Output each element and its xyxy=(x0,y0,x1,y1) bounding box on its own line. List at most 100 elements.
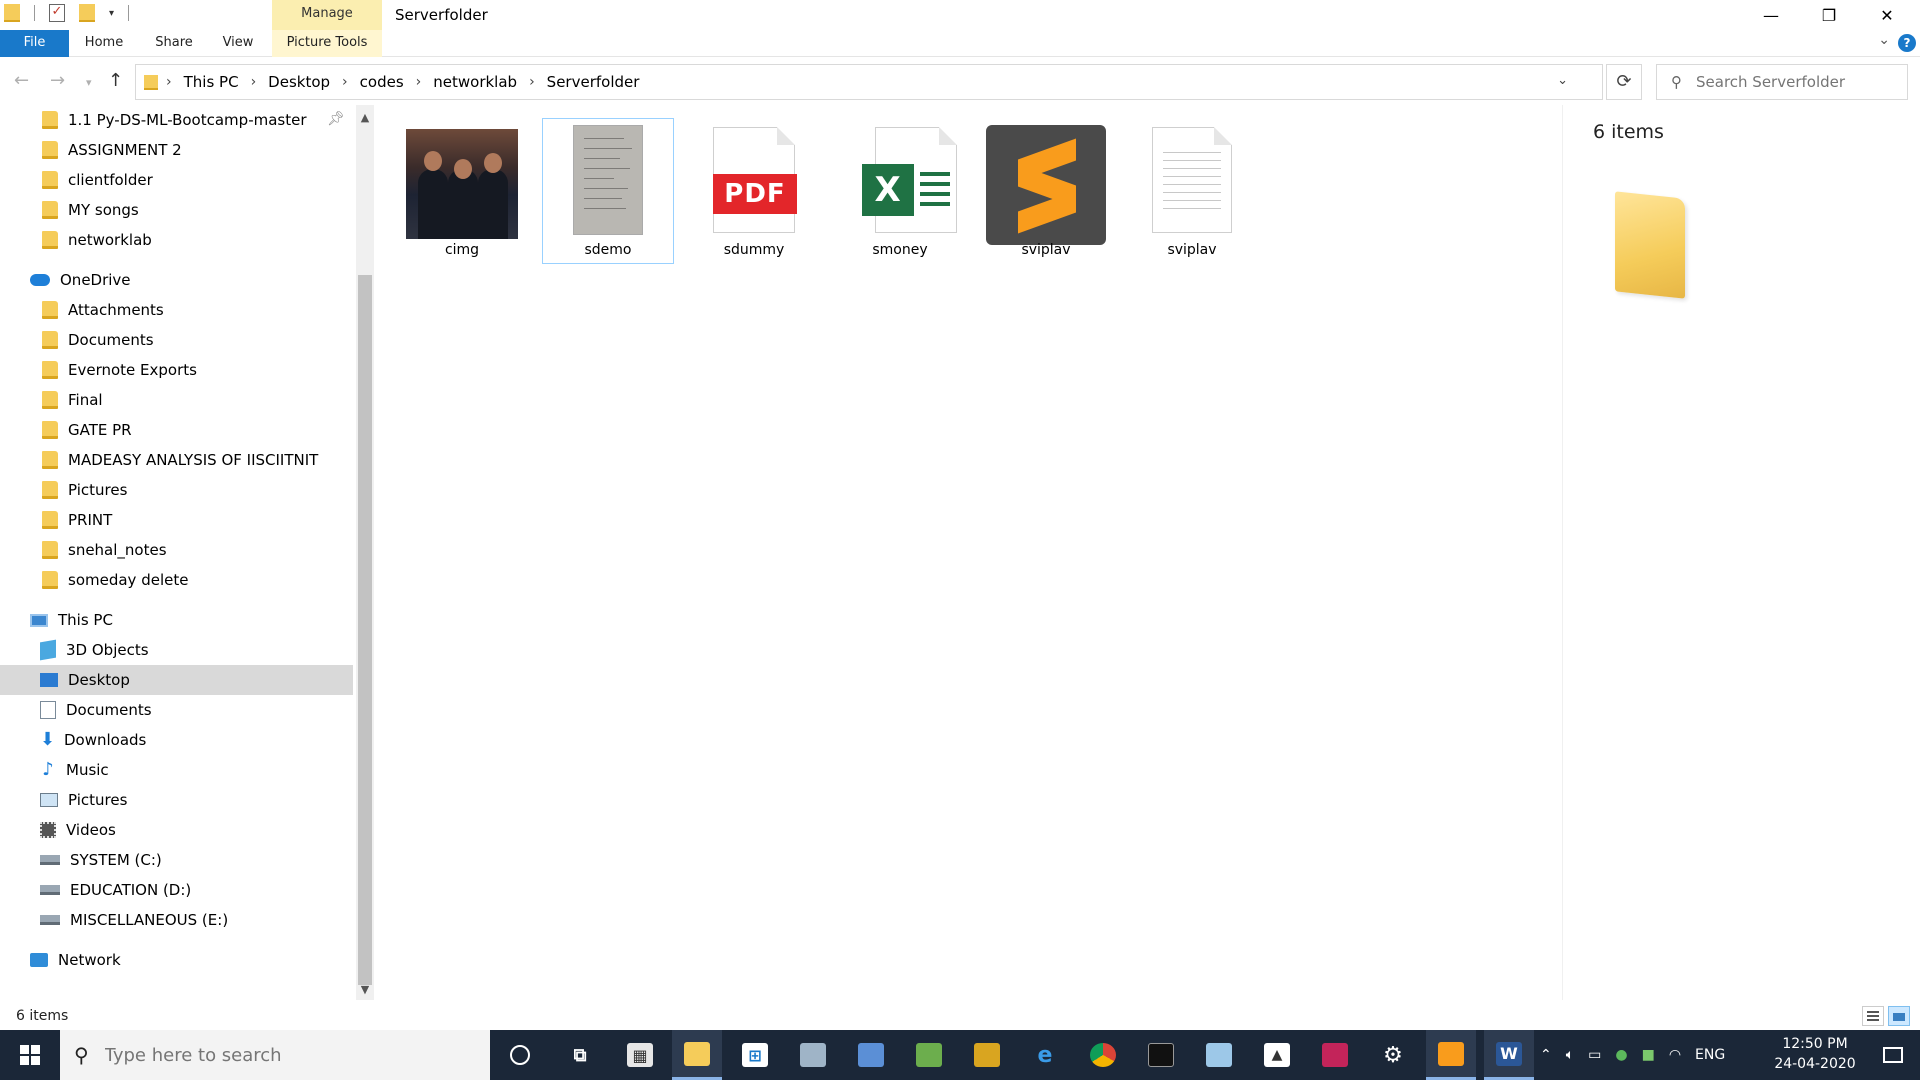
wifi-icon[interactable]: ◠ xyxy=(1669,1047,1681,1063)
nav-item-pictures-pc[interactable]: Pictures xyxy=(0,785,353,815)
nav-item-system-c[interactable]: SYSTEM (C:) xyxy=(0,845,353,875)
taskbar-search-box[interactable]: ⚲ xyxy=(60,1030,490,1080)
customize-toolbar-chevron-icon[interactable]: ▾ xyxy=(109,8,114,19)
nav-item-madeasy-analysis[interactable]: MADEASY ANALYSIS OF IISCIITNIT xyxy=(0,445,353,475)
tab-picture-tools[interactable]: Picture Tools xyxy=(272,30,382,57)
nav-scrollbar[interactable]: ▲ ▼ xyxy=(356,105,374,1000)
nav-item-miscellaneous-e[interactable]: MISCELLANEOUS (E:) xyxy=(0,905,353,935)
breadcrumb-separator[interactable]: › xyxy=(416,74,422,90)
taskbar-edge[interactable]: e xyxy=(1020,1030,1070,1080)
file-item-cimg[interactable]: cimg xyxy=(396,118,528,264)
nav-item-documents[interactable]: Documents xyxy=(0,325,353,355)
back-arrow-icon[interactable]: ← xyxy=(14,70,29,91)
breadcrumb-separator[interactable]: › xyxy=(251,74,257,90)
nav-item-downloads[interactable]: ⬇ Downloads xyxy=(0,725,353,755)
breadcrumb-serverfolder[interactable]: Serverfolder xyxy=(547,73,640,91)
taskbar-calculator[interactable]: ▦ xyxy=(615,1030,665,1080)
taskbar-store[interactable]: ⊞ xyxy=(730,1030,780,1080)
properties-icon[interactable]: ✓ xyxy=(49,4,65,22)
breadcrumb-desktop[interactable]: Desktop xyxy=(268,73,330,91)
taskbar-intellij[interactable] xyxy=(1310,1030,1360,1080)
nav-item-education-d[interactable]: EDUCATION (D:) xyxy=(0,875,353,905)
file-item-smoney[interactable]: X smoney xyxy=(834,118,966,264)
breadcrumb-separator[interactable]: › xyxy=(529,74,535,90)
refresh-button[interactable]: ⟳ xyxy=(1606,64,1642,100)
nav-item-networklab[interactable]: networklab xyxy=(0,225,353,255)
nav-item-documents-pc[interactable]: Documents xyxy=(0,695,353,725)
nav-item-attachments[interactable]: Attachments xyxy=(0,295,353,325)
taskbar-chrome[interactable] xyxy=(1078,1030,1128,1080)
file-item-sdemo[interactable]: sdemo xyxy=(542,118,674,264)
nav-item-print[interactable]: PRINT xyxy=(0,505,353,535)
taskbar-settings[interactable]: ⚙ xyxy=(1368,1030,1418,1080)
new-folder-icon[interactable] xyxy=(79,4,95,22)
breadcrumb-codes[interactable]: codes xyxy=(360,73,404,91)
nav-item-network[interactable]: Network xyxy=(0,945,353,975)
tab-share[interactable]: Share xyxy=(142,30,206,57)
large-icons-view-button[interactable] xyxy=(1888,1006,1910,1026)
taskbar-app-chart[interactable] xyxy=(904,1030,954,1080)
up-arrow-icon[interactable]: ↑ xyxy=(108,70,123,91)
taskbar-app-remote[interactable] xyxy=(846,1030,896,1080)
file-item-sdummy[interactable]: PDF sdummy xyxy=(688,118,820,264)
action-center-button[interactable] xyxy=(1866,1030,1920,1080)
tab-file[interactable]: File xyxy=(0,30,69,57)
taskbar-app-network[interactable] xyxy=(788,1030,838,1080)
breadcrumb-separator[interactable]: › xyxy=(166,74,172,90)
address-history-chevron-icon[interactable]: ⌄ xyxy=(1557,73,1568,88)
battery-icon[interactable]: ▭ xyxy=(1588,1047,1601,1063)
nav-item-music[interactable]: ♪ Music xyxy=(0,755,353,785)
restore-button[interactable]: ❐ xyxy=(1800,0,1858,30)
taskbar-word[interactable]: W xyxy=(1484,1030,1534,1080)
scroll-up-chevron-icon[interactable]: ▲ xyxy=(356,109,374,127)
nav-item-pictures-onedrive[interactable]: Pictures xyxy=(0,475,353,505)
nav-item-someday-delete[interactable]: someday delete xyxy=(0,565,353,595)
recent-locations-chevron-icon[interactable]: ▾ xyxy=(86,76,92,89)
minimize-button[interactable]: — xyxy=(1742,0,1800,30)
breadcrumb-networklab[interactable]: networklab xyxy=(433,73,517,91)
show-hidden-icons-chevron-icon[interactable]: ⌃ xyxy=(1540,1047,1552,1063)
nav-item-this-pc[interactable]: This PC xyxy=(0,605,353,635)
security-tray-icon[interactable]: ■ xyxy=(1642,1047,1655,1063)
folder-icon[interactable] xyxy=(4,4,20,22)
nav-item-snehal-notes[interactable]: snehal_notes xyxy=(0,535,353,565)
volume-icon[interactable]: 🔈︎ xyxy=(1566,1047,1574,1063)
pin-icon[interactable]: 📌︎ xyxy=(327,111,345,127)
task-view-button[interactable]: ⧉ xyxy=(555,1030,605,1080)
nav-item-final[interactable]: Final xyxy=(0,385,353,415)
start-button[interactable] xyxy=(0,1030,60,1080)
nav-item-evernote-exports[interactable]: Evernote Exports xyxy=(0,355,353,385)
search-input[interactable] xyxy=(1696,73,1886,91)
address-bar[interactable]: › This PC › Desktop › codes › networklab… xyxy=(135,64,1603,100)
scroll-down-chevron-icon[interactable]: ▼ xyxy=(356,981,374,999)
close-button[interactable]: ✕ xyxy=(1858,0,1916,30)
nav-item-videos[interactable]: Videos xyxy=(0,815,353,845)
help-button[interactable]: ? xyxy=(1898,34,1916,52)
taskbar-terminal[interactable] xyxy=(1136,1030,1186,1080)
breadcrumb-separator[interactable]: › xyxy=(342,74,348,90)
taskbar-clock[interactable]: 12:50 PM 24-04-2020 xyxy=(1760,1034,1870,1074)
taskbar-photos[interactable]: ▲ xyxy=(1252,1030,1302,1080)
nav-item-onedrive[interactable]: OneDrive xyxy=(0,265,353,295)
taskbar-search-input[interactable] xyxy=(104,1044,465,1066)
nav-item-my-songs[interactable]: MY songs xyxy=(0,195,353,225)
forward-arrow-icon[interactable]: → xyxy=(50,70,65,91)
breadcrumb-this-pc[interactable]: This PC xyxy=(184,73,239,91)
nav-item-desktop[interactable]: Desktop xyxy=(0,665,353,695)
expand-ribbon-chevron-icon[interactable]: ⌄ xyxy=(1878,32,1890,48)
taskbar-file-explorer[interactable] xyxy=(672,1030,722,1080)
search-box[interactable]: ⚲ xyxy=(1656,64,1908,100)
nav-item-3d-objects[interactable]: 3D Objects xyxy=(0,635,353,665)
language-indicator[interactable]: ENG xyxy=(1695,1047,1725,1063)
taskbar-sublime[interactable] xyxy=(1426,1030,1476,1080)
nav-item-py-ds-ml-bootcamp[interactable]: 1.1 Py-DS-ML-Bootcamp-master 📌︎ xyxy=(0,105,353,135)
nav-item-gate-pr[interactable]: GATE PR xyxy=(0,415,353,445)
nav-item-clientfolder[interactable]: clientfolder xyxy=(0,165,353,195)
details-view-button[interactable] xyxy=(1862,1006,1884,1026)
tab-view[interactable]: View xyxy=(212,30,264,57)
cortana-button[interactable] xyxy=(495,1030,545,1080)
scroll-thumb[interactable] xyxy=(358,275,372,985)
file-item-sviplav-text[interactable]: sviplav xyxy=(1126,118,1258,264)
taskbar-app-notes[interactable] xyxy=(1194,1030,1244,1080)
file-item-sviplav-sublime[interactable]: sviplav xyxy=(980,118,1112,264)
